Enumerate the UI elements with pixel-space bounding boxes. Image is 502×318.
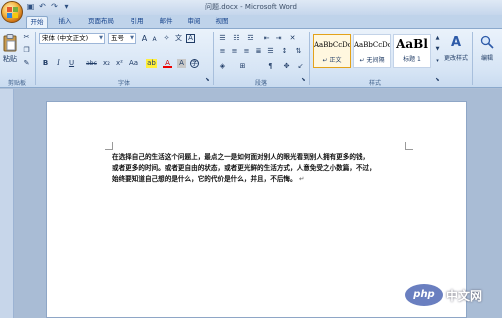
style-sample: AaBbCcDc [354,41,390,49]
tab-references[interactable]: 引用 [126,16,148,28]
align-left-icon[interactable]: ≡ [218,47,227,56]
styles-dialog-launcher-icon[interactable]: ⬊ [433,76,442,85]
superscript-button[interactable]: x² [114,59,125,68]
text-line: 始终要知道自己想的是什么，它的代价是什么，并且，不后悔。 ↵ [112,174,412,185]
editing-label[interactable]: 编辑 [476,54,498,64]
style-heading-1[interactable]: AaBl 标题 1 [393,34,431,68]
borders-icon[interactable]: ⊞ [238,62,247,71]
styles-scroll-down-icon[interactable]: ▼ [433,45,442,54]
shading-icon[interactable]: ◈ [218,62,227,71]
align-center-icon[interactable]: ≡ [230,47,239,56]
paragraph-group-label: 段落 [254,80,267,87]
distributed-icon[interactable]: ☰ [266,47,275,56]
separator [472,32,473,85]
multilevel-list-icon[interactable]: ☲ [246,34,255,43]
bullets-icon[interactable]: ☰ [218,34,227,43]
change-styles-icon: A [450,35,462,50]
crop-mark [405,142,413,150]
font-dialog-launcher-icon[interactable]: ⬊ [203,76,212,85]
cut-icon[interactable]: ✂ [22,33,31,42]
font-group-label: 字体 [117,80,130,87]
subscript-button[interactable]: x₂ [101,59,112,68]
paragraph-mark: ↵ [298,175,305,183]
style-name: ↵ 无间隔 [359,57,385,64]
justify-icon[interactable]: ≣ [254,47,263,56]
text-line: 或者更多的时间。或者更自由的状态，或者更光鲜的生活方式，人意免受之小数篇，不过， [112,164,376,172]
tab-view[interactable]: 视图 [211,16,233,28]
separator [309,32,310,85]
style-sample: AaBl [396,37,428,51]
document-page[interactable]: 在选择自己的生活这个问题上，最点之一是如何面对别人的眼光看到别人拥有更多的钱， … [46,101,467,318]
text-line-content: 始终要知道自己想的是什么，它的代价是什么，并且，不后悔。 [112,175,297,183]
line-spacing-icon[interactable]: ↕ [280,47,289,56]
underline-button[interactable]: U [67,59,76,68]
watermark: php 中文网 [405,284,482,306]
font-size-value: 五号 [111,34,124,42]
style-sample: AaBbCcDc [314,41,350,49]
tab-page-layout[interactable]: 页面布局 [84,16,118,28]
highlight-button[interactable]: ab [146,59,157,68]
numbering-icon[interactable]: ☷ [232,34,241,43]
copy-icon[interactable]: ❐ [22,46,31,55]
strikethrough-button[interactable]: abc [85,59,98,68]
shrink-font-icon[interactable]: A [150,35,159,44]
text-direction-icon[interactable]: ↙ [296,62,305,71]
ribbon: 粘贴 ✂ ❐ ✎ 剪贴板 宋体 (中文正文) ▼ 五号 ▼ A A ✧ 文 A … [0,28,502,88]
decrease-indent-icon[interactable]: ⇤ [262,34,271,43]
format-painter-icon[interactable]: ✎ [22,59,31,68]
font-name-select[interactable]: 宋体 (中文正文) ▼ [39,33,105,44]
styles-group-label: 样式 [368,80,381,87]
sort-icon[interactable]: ⇅ [294,47,303,56]
show-marks-icon[interactable]: ¶ [266,62,275,71]
italic-button[interactable]: I [54,59,63,68]
office-button[interactable] [1,1,23,23]
clear-format-icon[interactable]: ✧ [162,34,171,43]
office-logo-icon [7,7,18,18]
enclose-char-icon[interactable]: 字 [190,59,199,68]
font-size-select[interactable]: 五号 ▼ [108,33,136,44]
chevron-down-icon: ▼ [130,35,134,41]
grow-font-icon[interactable]: A [140,34,149,43]
char-border-icon[interactable]: A [186,34,195,43]
paste-icon[interactable] [3,34,17,52]
font-name-value: 宋体 (中文正文) [42,34,89,42]
increase-indent-icon[interactable]: ⇥ [274,34,283,43]
tab-review[interactable]: 审阅 [183,16,205,28]
window-title: 问题.docx - Microsoft Word [205,3,297,11]
style-normal[interactable]: AaBbCcDc ↵ 正文 [313,34,351,68]
find-icon[interactable] [480,35,494,49]
chinese-layout-icon[interactable]: ✕ [288,34,297,43]
ribbon-tabs: 开始 插入 页面布局 引用 邮件 审阅 视图 [0,15,502,28]
change-case-button[interactable]: Aa [128,59,139,68]
paragraph-dialog-launcher-icon[interactable]: ⬊ [299,76,308,85]
paste-label[interactable]: 粘贴 [2,54,18,64]
clipboard-group-label: 剪贴板 [7,80,26,87]
char-shading-icon[interactable]: A [177,59,186,68]
font-color-button[interactable]: A [163,59,172,68]
chevron-down-icon: ▼ [99,35,103,41]
asian-layout-icon[interactable]: ✥ [282,62,291,71]
crop-mark [105,142,113,150]
styles-more-icon[interactable]: ▾ [433,57,442,66]
style-name: ↵ 正文 [322,57,342,64]
styles-scroll-up-icon[interactable]: ▲ [433,34,442,43]
style-no-spacing[interactable]: AaBbCcDc ↵ 无间隔 [353,34,391,68]
tab-insert[interactable]: 插入 [54,16,76,28]
tab-mailings[interactable]: 邮件 [155,16,177,28]
php-logo: php [405,284,443,306]
document-body[interactable]: 在选择自己的生活这个问题上，最点之一是如何面对别人的眼光看到别人拥有更多的钱， … [112,152,412,185]
watermark-text: 中文网 [446,288,483,303]
style-name: 标题 1 [403,56,421,63]
text-line: 在选择自己的生活这个问题上，最点之一是如何面对别人的眼光看到别人拥有更多的钱， [112,153,370,161]
change-styles-label: 更改样式 [443,55,468,62]
bold-button[interactable]: B [41,59,50,68]
phonetic-icon[interactable]: 文 [174,34,183,43]
align-right-icon[interactable]: ≡ [242,47,251,56]
tab-home[interactable]: 开始 [26,16,48,28]
vertical-ruler [0,89,14,318]
title-bar: ▣ ↶ ↷ ▾ 问题.docx - Microsoft Word [0,0,502,15]
